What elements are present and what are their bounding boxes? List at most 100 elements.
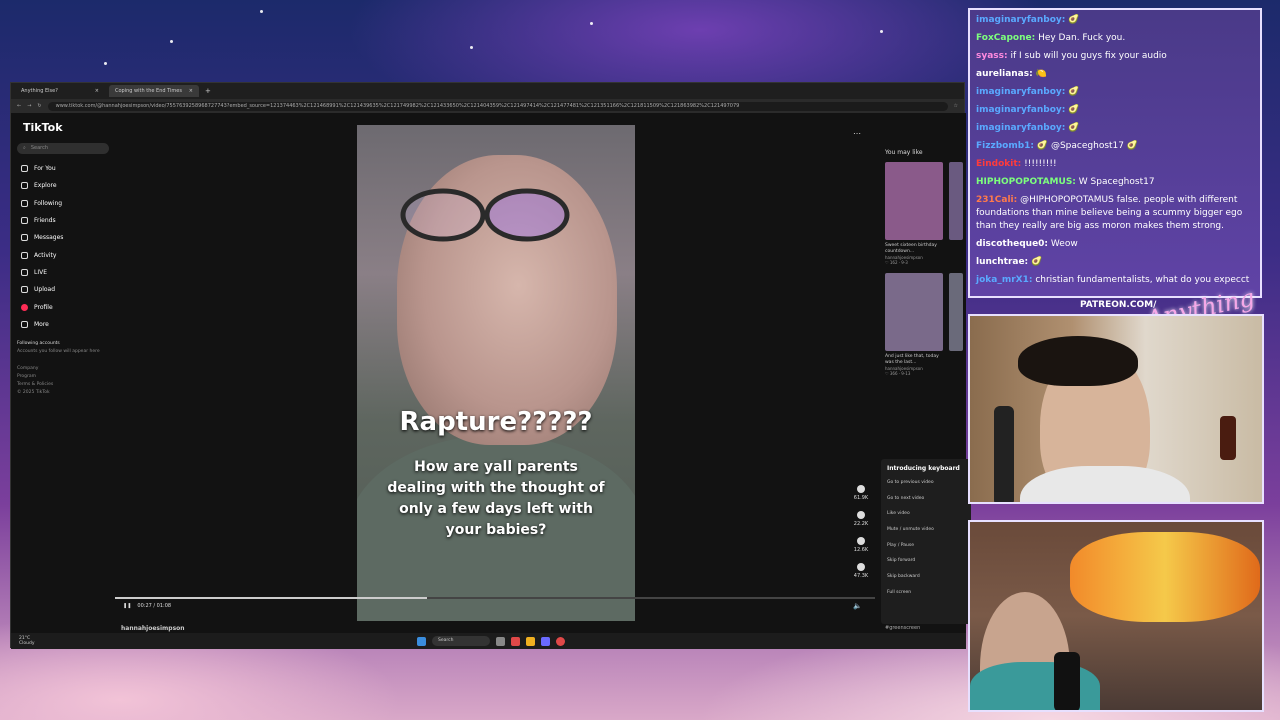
nav-profile[interactable]: Profile bbox=[17, 298, 109, 315]
share-button[interactable]: 47.3K bbox=[849, 563, 873, 589]
url-field[interactable]: www.tiktok.com/@hannahjoesimpson/video/7… bbox=[47, 101, 948, 111]
volume-icon[interactable]: 🔈 bbox=[853, 602, 862, 610]
chat-text: 🥑 bbox=[1068, 15, 1080, 25]
card-meta: ♡ 162 · 9-3 bbox=[885, 260, 908, 265]
close-icon[interactable]: × bbox=[189, 88, 193, 94]
browser-icon[interactable] bbox=[511, 636, 520, 646]
message-icon bbox=[21, 234, 28, 242]
nav-explore[interactable]: Explore bbox=[17, 177, 109, 194]
video-time: 00:27 / 01:08 bbox=[137, 603, 172, 609]
chat-username[interactable]: 231Cali: bbox=[976, 195, 1017, 205]
card-meta: ♡ 366 · 9-13 bbox=[885, 371, 911, 376]
chat-username[interactable]: imaginaryfanboy: bbox=[976, 87, 1065, 97]
nav-friends[interactable]: Friends bbox=[17, 212, 109, 229]
chat-username[interactable]: imaginaryfanboy: bbox=[976, 15, 1065, 25]
weather-widget[interactable]: 21°C Cloudy bbox=[19, 636, 35, 646]
video-player[interactable]: Rapture????? How are yall parents dealin… bbox=[357, 125, 635, 621]
video-progress-bar[interactable] bbox=[115, 597, 875, 599]
tab-anything-else[interactable]: Anything Else? × bbox=[15, 85, 105, 97]
nav-upload[interactable]: Upload bbox=[17, 281, 109, 298]
footer-company[interactable]: Company bbox=[17, 366, 109, 371]
author-name[interactable]: hannahjoesimpson bbox=[121, 625, 185, 632]
chat-username[interactable]: Fizzbomb1: bbox=[976, 141, 1034, 151]
host-1-shirt bbox=[1020, 466, 1190, 502]
windows-start-icon[interactable] bbox=[417, 636, 426, 646]
chat-username[interactable]: imaginaryfanboy: bbox=[976, 123, 1065, 133]
microphone bbox=[1054, 652, 1080, 710]
following-icon bbox=[21, 199, 28, 207]
chat-username[interactable]: FoxCapone: bbox=[976, 33, 1035, 43]
suggested-video-card[interactable]: Sweet sixteen birthday countdown... hann… bbox=[885, 162, 943, 265]
forward-icon[interactable]: → bbox=[27, 103, 31, 109]
pause-icon[interactable]: ❚❚ bbox=[123, 603, 131, 609]
nav-activity[interactable]: Activity bbox=[17, 246, 109, 263]
nav-live[interactable]: LIVE bbox=[17, 264, 109, 281]
app-icon[interactable] bbox=[556, 636, 565, 646]
shortcut-item: Mute / unmute video bbox=[887, 527, 934, 533]
nav-label: Following bbox=[34, 199, 63, 207]
chat-text: 🥑 bbox=[1068, 105, 1080, 115]
browser-window: Anything Else? × Coping with the End Tim… bbox=[10, 82, 971, 649]
search-input[interactable]: ⌕ Search bbox=[17, 143, 109, 154]
comment-icon bbox=[857, 511, 865, 519]
chat-message: Fizzbomb1: 🥑 @Spaceghost17 🥑 bbox=[976, 140, 1254, 153]
taskbar-search[interactable]: Search bbox=[432, 636, 490, 646]
star-icon[interactable]: ☆ bbox=[954, 103, 958, 109]
suggested-video-card[interactable] bbox=[949, 273, 963, 376]
nav-label: Messages bbox=[34, 234, 64, 242]
glasses-graphic bbox=[400, 188, 570, 242]
suggested-video-card[interactable]: And just like that, today was the last..… bbox=[885, 273, 943, 376]
chat-username[interactable]: HIPHOPOPOTAMUS: bbox=[976, 177, 1076, 187]
player-controls: ❚❚ 00:27 / 01:08 bbox=[123, 603, 171, 609]
task-view-icon[interactable] bbox=[496, 636, 505, 646]
chat-message: Eindokit: !!!!!!!!! bbox=[976, 158, 1254, 171]
nav-more[interactable]: More bbox=[17, 316, 109, 333]
stream-chat: imaginaryfanboy: 🥑 FoxCapone: Hey Dan. Fu… bbox=[968, 8, 1262, 298]
windows-taskbar: 21°C Cloudy Search bbox=[11, 633, 966, 649]
nav-messages[interactable]: Messages bbox=[17, 229, 109, 246]
video-actions: 61.9K 22.2K 12.6K 47.3K bbox=[849, 485, 873, 589]
comment-button[interactable]: 22.2K bbox=[849, 511, 873, 537]
footer-terms[interactable]: Terms & Policies bbox=[17, 382, 109, 387]
host-2-shirt bbox=[970, 662, 1100, 710]
search-icon: ⌕ bbox=[23, 145, 26, 151]
chat-username[interactable]: syass: bbox=[976, 51, 1008, 61]
chat-text: christian fundamentalists, what do you e… bbox=[1035, 275, 1250, 285]
nav-label: Activity bbox=[34, 251, 57, 259]
nav-for-you[interactable]: For You bbox=[17, 160, 109, 177]
chat-username[interactable]: Eindokit: bbox=[976, 159, 1021, 169]
bookmark-button[interactable]: 12.6K bbox=[849, 537, 873, 563]
chat-username[interactable]: lunchtrae: bbox=[976, 257, 1028, 267]
chat-username[interactable]: discotheque0: bbox=[976, 239, 1048, 249]
progress-fill bbox=[115, 597, 427, 599]
shortcut-item: Full screen bbox=[887, 589, 912, 595]
microphone bbox=[994, 406, 1014, 502]
nav-following[interactable]: Following bbox=[17, 195, 109, 212]
nav-label: More bbox=[34, 320, 49, 328]
close-icon[interactable]: × bbox=[95, 88, 99, 94]
chat-text: Hey Dan. Fuck you. bbox=[1038, 33, 1126, 43]
like-button[interactable]: 61.9K bbox=[849, 485, 873, 511]
reload-icon[interactable]: ↻ bbox=[37, 103, 41, 109]
bookmark-count: 12.6K bbox=[853, 547, 869, 553]
app-icon[interactable] bbox=[541, 636, 550, 646]
star bbox=[880, 30, 883, 33]
chat-username[interactable]: imaginaryfanboy: bbox=[976, 105, 1065, 115]
chat-username[interactable]: joka_mrX1: bbox=[976, 275, 1032, 285]
folder-icon[interactable] bbox=[526, 636, 535, 646]
suggested-video-card[interactable] bbox=[949, 162, 963, 265]
back-icon[interactable]: ← bbox=[17, 103, 21, 109]
new-tab-button[interactable]: + bbox=[205, 87, 211, 95]
like-count: 61.9K bbox=[853, 495, 869, 501]
chat-username[interactable]: aurelianas: bbox=[976, 69, 1033, 79]
tab-coping[interactable]: Coping with the End Times × bbox=[109, 85, 199, 97]
footer-program[interactable]: Program bbox=[17, 374, 109, 379]
bottle bbox=[1220, 416, 1236, 460]
hashtag-link[interactable]: #greenscreen bbox=[885, 625, 920, 631]
tiktok-logo[interactable]: TikTok bbox=[23, 121, 109, 134]
following-accounts-heading: Following accounts bbox=[17, 340, 60, 346]
more-options-icon[interactable]: ⋯ bbox=[853, 129, 861, 138]
tab-label: Anything Else? bbox=[21, 88, 58, 94]
video-thumbnail bbox=[885, 273, 943, 351]
heart-icon bbox=[857, 485, 865, 493]
